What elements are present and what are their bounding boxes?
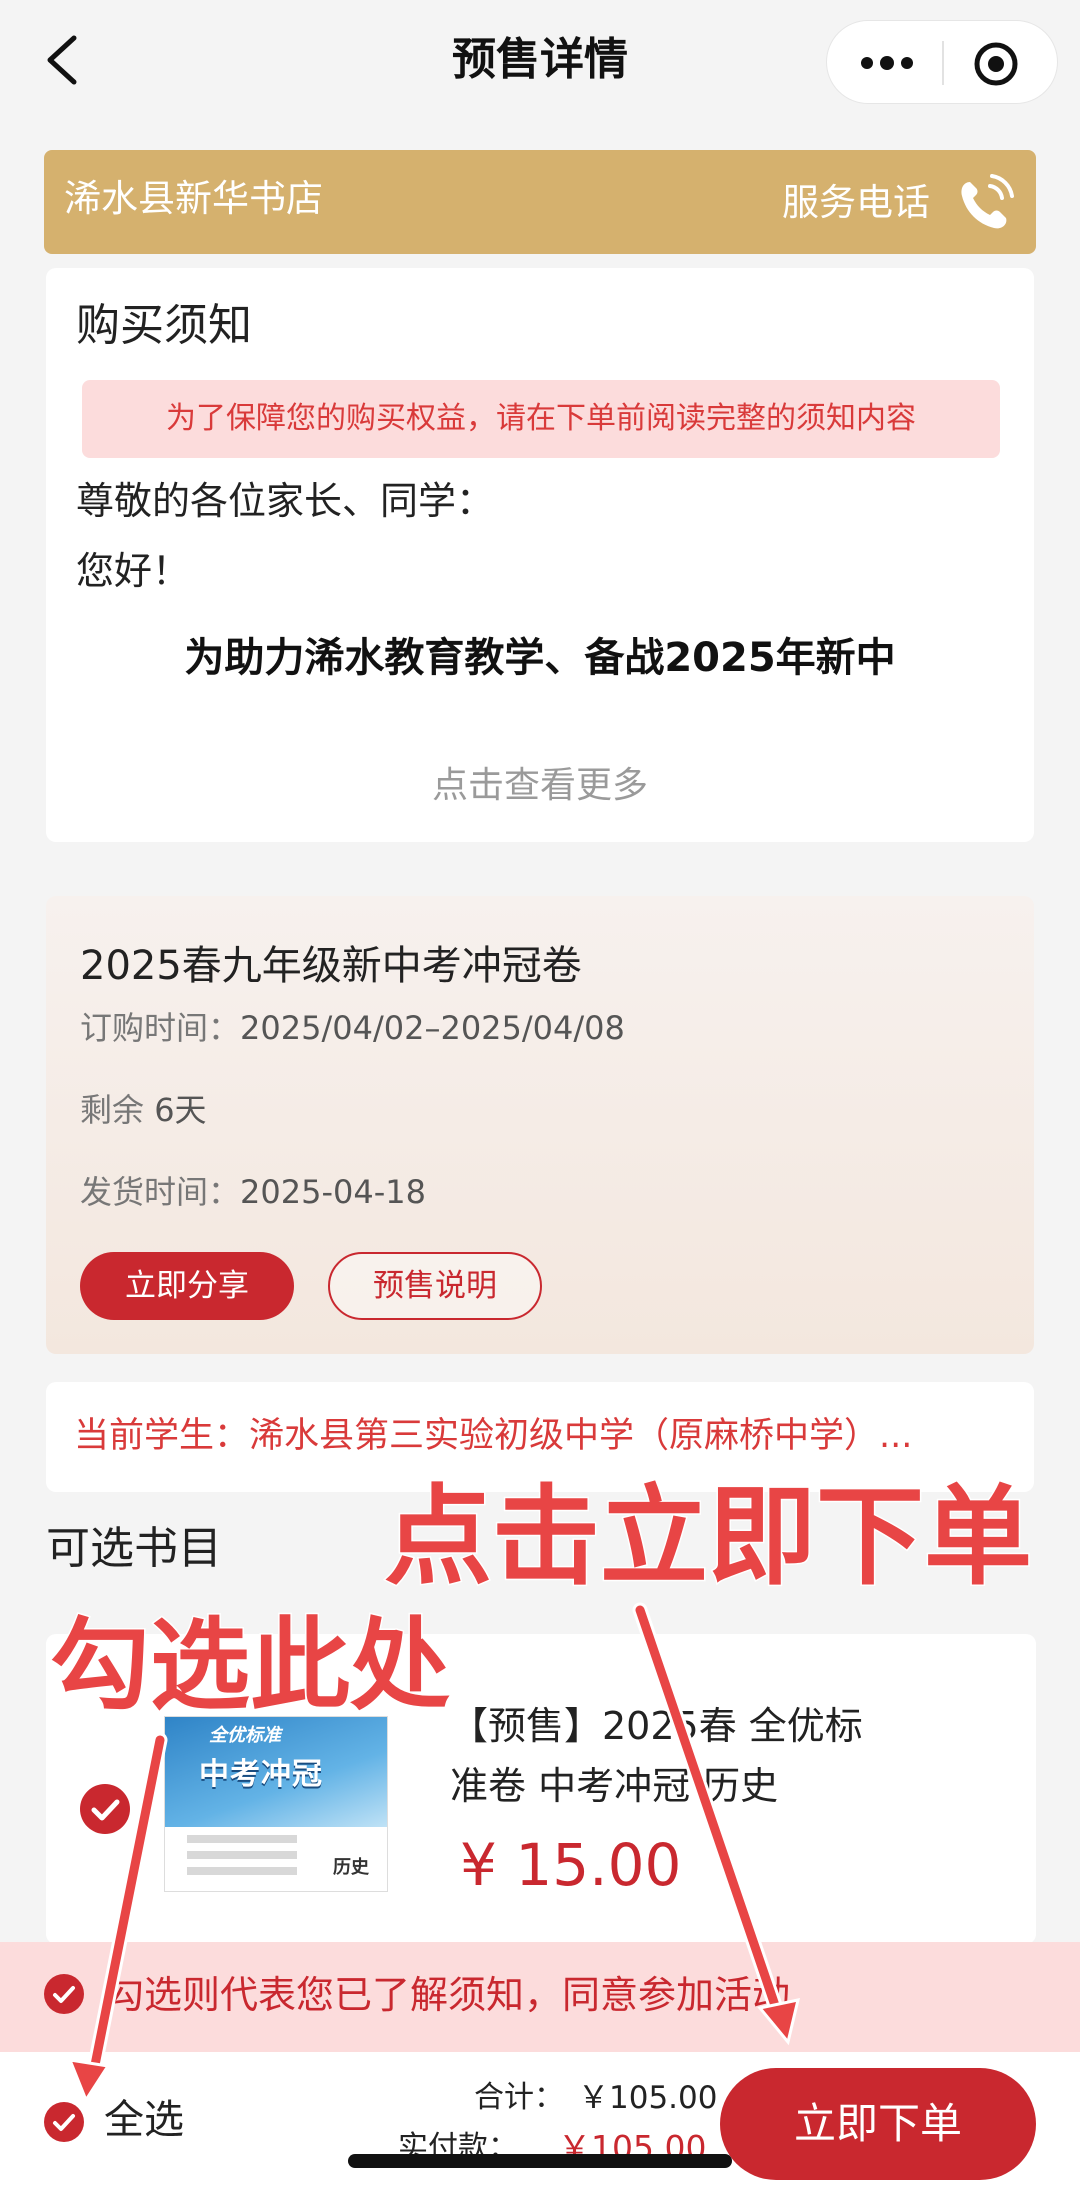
notice-warning-banner: 为了保障您的购买权益，请在下单前阅读完整的须知内容 bbox=[82, 380, 1000, 458]
ship-time-label: 发货时间： bbox=[80, 1173, 241, 1211]
agreement-checkbox[interactable] bbox=[44, 1974, 84, 2014]
remaining-value: 6天 bbox=[154, 1091, 207, 1129]
place-order-button[interactable]: 立即下单 bbox=[720, 2068, 1036, 2180]
home-indicator bbox=[348, 2154, 732, 2168]
capsule-divider bbox=[942, 41, 944, 85]
notice-body-text: 为助力浠水教育教学、备战2025年新中 bbox=[184, 635, 896, 681]
see-more-link[interactable]: 点击查看更多 bbox=[46, 758, 1034, 814]
select-all-checkbox[interactable] bbox=[44, 2102, 84, 2142]
order-time-value: 2025/04/02–2025/04/08 bbox=[240, 1009, 625, 1047]
cover-decoration bbox=[187, 1835, 297, 1843]
service-phone-label[interactable]: 服务电话 bbox=[782, 176, 930, 230]
book-checkbox[interactable] bbox=[80, 1784, 130, 1834]
book-price: ¥ 15.00 bbox=[460, 1831, 682, 1899]
cover-decoration bbox=[187, 1851, 297, 1859]
close-mini-program-button[interactable] bbox=[973, 41, 1019, 87]
notice-greeting: 尊敬的各位家长、同学： bbox=[76, 479, 495, 523]
notice-title: 购买须知 bbox=[76, 300, 252, 351]
book-cover-image: 全优标准 中考冲冠 历史 bbox=[164, 1716, 388, 1892]
select-all-label[interactable]: 全选 bbox=[104, 2092, 184, 2148]
agreement-text[interactable]: 勾选则代表您已了解须知，同意参加活动 bbox=[106, 1966, 790, 2024]
mini-program-capsule bbox=[826, 20, 1058, 104]
total-value: ￥105.00 bbox=[578, 2080, 718, 2116]
nav-bar: 预售详情 bbox=[0, 0, 1080, 125]
check-icon bbox=[53, 2114, 75, 2131]
agreement-bar: 勾选则代表您已了解须知，同意参加活动 bbox=[0, 1942, 1080, 2052]
check-icon bbox=[91, 1799, 120, 1821]
presale-info-card: 2025春九年级新中考冲冠卷 订购时间：2025/04/02–2025/04/0… bbox=[46, 896, 1034, 1354]
annotation-order-hint: 点击立即下单 bbox=[382, 1475, 1033, 1600]
ship-time-row: 发货时间：2025-04-18 bbox=[80, 1168, 426, 1216]
cover-subject: 历史 bbox=[333, 1857, 369, 1878]
target-icon bbox=[974, 42, 1018, 86]
annotation-check-hint: 勾选此处 bbox=[49, 1607, 452, 1724]
ship-time-value: 2025-04-18 bbox=[240, 1173, 426, 1211]
store-name: 浠水县新华书店 bbox=[64, 177, 323, 220]
presale-explain-button[interactable]: 预售说明 bbox=[328, 1252, 542, 1320]
remaining-label: 剩余 bbox=[80, 1091, 145, 1129]
checkout-footer: 全选 合计： ￥105.00 实付款： ￥105.00 立即下单 bbox=[0, 2052, 1080, 2195]
cover-banner: 全优标准 中考冲冠 bbox=[165, 1717, 387, 1827]
presale-title: 2025春九年级新中考冲冠卷 bbox=[80, 943, 582, 989]
cover-series-label: 全优标准 bbox=[209, 1725, 281, 1746]
phone-icon[interactable] bbox=[950, 168, 1020, 238]
cover-decoration bbox=[187, 1867, 297, 1875]
share-button[interactable]: 立即分享 bbox=[80, 1252, 294, 1320]
total-label: 合计： bbox=[474, 2080, 564, 2115]
more-dots-icon bbox=[861, 56, 913, 70]
optional-books-heading: 可选书目 bbox=[46, 1523, 222, 1574]
store-bar: 浠水县新华书店 服务电话 bbox=[44, 150, 1036, 254]
book-title[interactable]: 【预售】2025春 全优标准卷 中考冲冠 历史 bbox=[450, 1696, 890, 1816]
more-options-button[interactable] bbox=[857, 43, 917, 83]
notice-greeting-hello: 您好！ bbox=[76, 549, 191, 593]
order-time-label: 订购时间： bbox=[80, 1009, 241, 1047]
current-student-text: 当前学生：浠水县第三实验初级中学（原麻桥中学）... bbox=[74, 1416, 913, 1456]
order-time-row: 订购时间：2025/04/02–2025/04/08 bbox=[80, 1004, 625, 1052]
check-icon bbox=[53, 1986, 75, 2003]
remaining-row: 剩余 6天 bbox=[80, 1086, 207, 1134]
purchase-notice-card: 购买须知 为了保障您的购买权益，请在下单前阅读完整的须知内容 尊敬的各位家长、同… bbox=[46, 268, 1034, 842]
cover-title: 中考冲冠 bbox=[199, 1757, 323, 1792]
